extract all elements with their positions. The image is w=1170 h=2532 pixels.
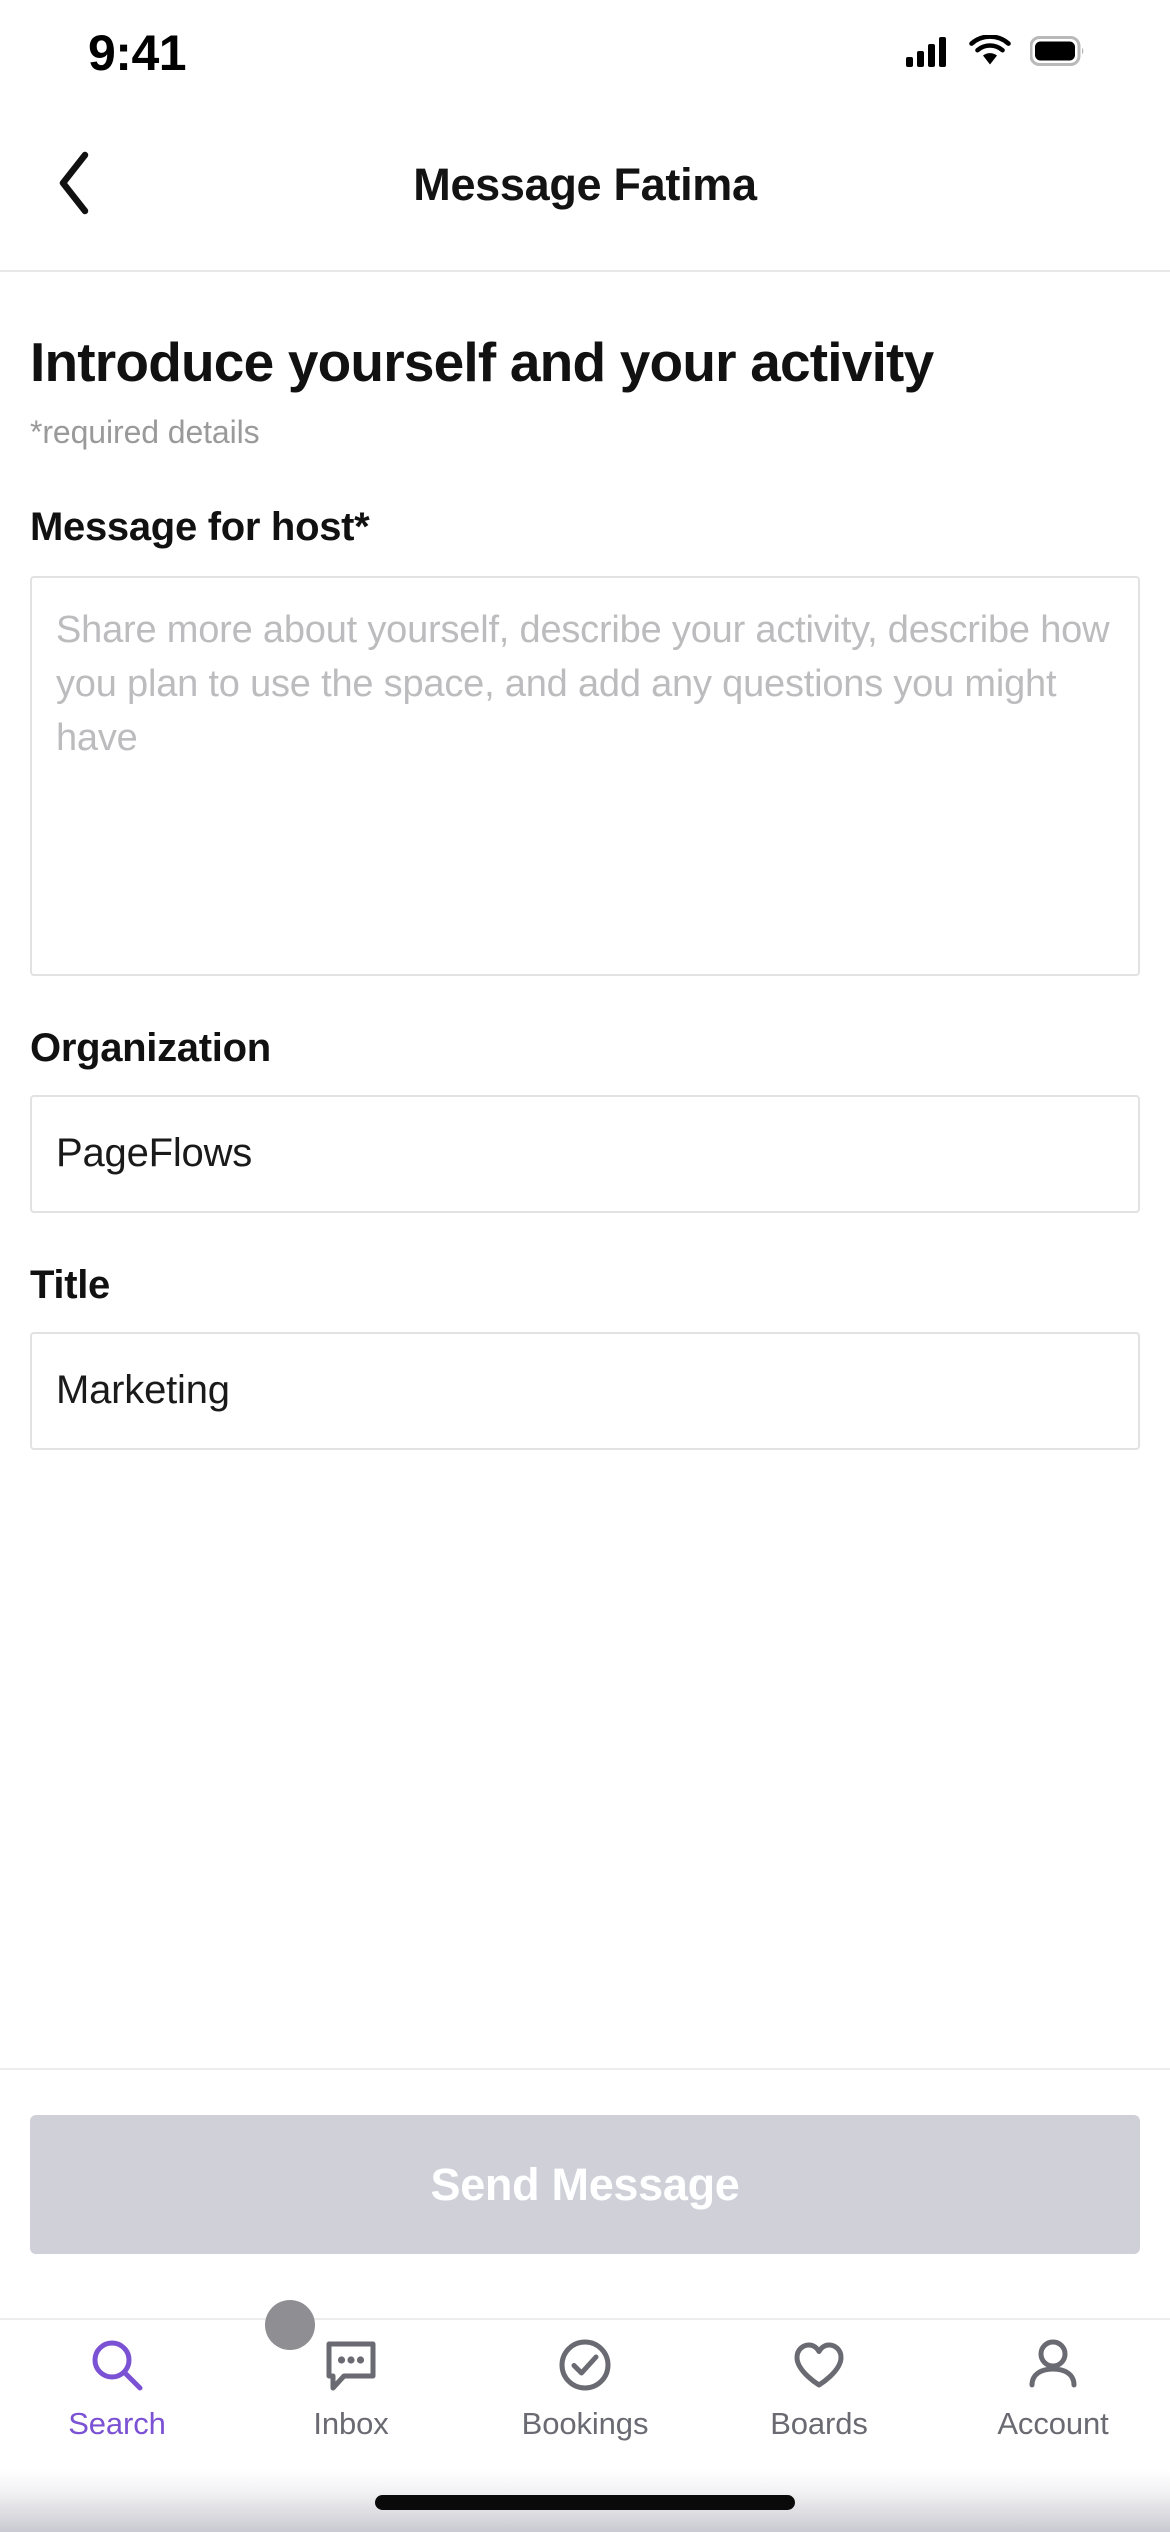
home-indicator-area bbox=[0, 2470, 1170, 2532]
organization-value: PageFlows bbox=[56, 1131, 253, 1176]
tab-boards-label: Boards bbox=[770, 2406, 868, 2441]
status-icons bbox=[906, 33, 1086, 72]
tab-inbox-label: Inbox bbox=[313, 2406, 389, 2441]
tab-search-label: Search bbox=[68, 2406, 166, 2441]
field-title: Title Marketing bbox=[30, 1263, 1140, 1450]
phone-screen: 9:41 Message Fatima Introduce yourself a… bbox=[0, 0, 1170, 2532]
home-indicator[interactable] bbox=[375, 2495, 795, 2510]
bottom-tab-bar: Search Inbox Bookings Boards Account bbox=[0, 2318, 1170, 2470]
form-content: Introduce yourself and your activity *re… bbox=[0, 272, 1170, 2068]
message-label: Message for host* bbox=[30, 504, 370, 549]
title-input[interactable]: Marketing bbox=[30, 1331, 1140, 1450]
wifi-icon bbox=[968, 33, 1012, 72]
chat-bubble-icon bbox=[320, 2334, 382, 2396]
status-bar: 9:41 bbox=[0, 0, 1170, 100]
tab-search[interactable]: Search bbox=[0, 2320, 234, 2442]
title-label: Title bbox=[30, 1262, 111, 1307]
tab-account-label: Account bbox=[997, 2406, 1109, 2441]
tab-bookings-label: Bookings bbox=[521, 2406, 649, 2441]
status-time: 9:41 bbox=[88, 25, 187, 81]
search-icon bbox=[86, 2334, 148, 2396]
tab-boards[interactable]: Boards bbox=[702, 2320, 936, 2442]
check-circle-icon bbox=[554, 2334, 616, 2396]
title-value: Marketing bbox=[56, 1368, 230, 1413]
person-icon bbox=[1022, 2334, 1084, 2396]
required-note: *required details bbox=[30, 413, 260, 450]
organization-label: Organization bbox=[30, 1025, 271, 1070]
organization-input[interactable]: PageFlows bbox=[30, 1094, 1140, 1213]
field-message: Message for host* Share more about yours… bbox=[30, 505, 1140, 976]
tab-bookings[interactable]: Bookings bbox=[468, 2320, 702, 2442]
message-input[interactable]: Share more about yourself, describe your… bbox=[30, 575, 1140, 976]
battery-icon bbox=[1029, 35, 1086, 72]
page-title: Message Fatima bbox=[413, 159, 757, 210]
footer-action-bar: Send Message bbox=[0, 2068, 1170, 2318]
field-organization: Organization PageFlows bbox=[30, 1026, 1140, 1213]
tab-inbox[interactable]: Inbox bbox=[234, 2320, 468, 2442]
section-heading: Introduce yourself and your activity bbox=[30, 331, 934, 393]
nav-bar: Message Fatima bbox=[0, 100, 1170, 272]
tab-account[interactable]: Account bbox=[936, 2320, 1170, 2442]
heart-icon bbox=[788, 2334, 850, 2396]
send-message-button[interactable]: Send Message bbox=[30, 2115, 1140, 2254]
message-placeholder: Share more about yourself, describe your… bbox=[56, 608, 1110, 759]
cellular-signal-icon bbox=[906, 35, 950, 72]
